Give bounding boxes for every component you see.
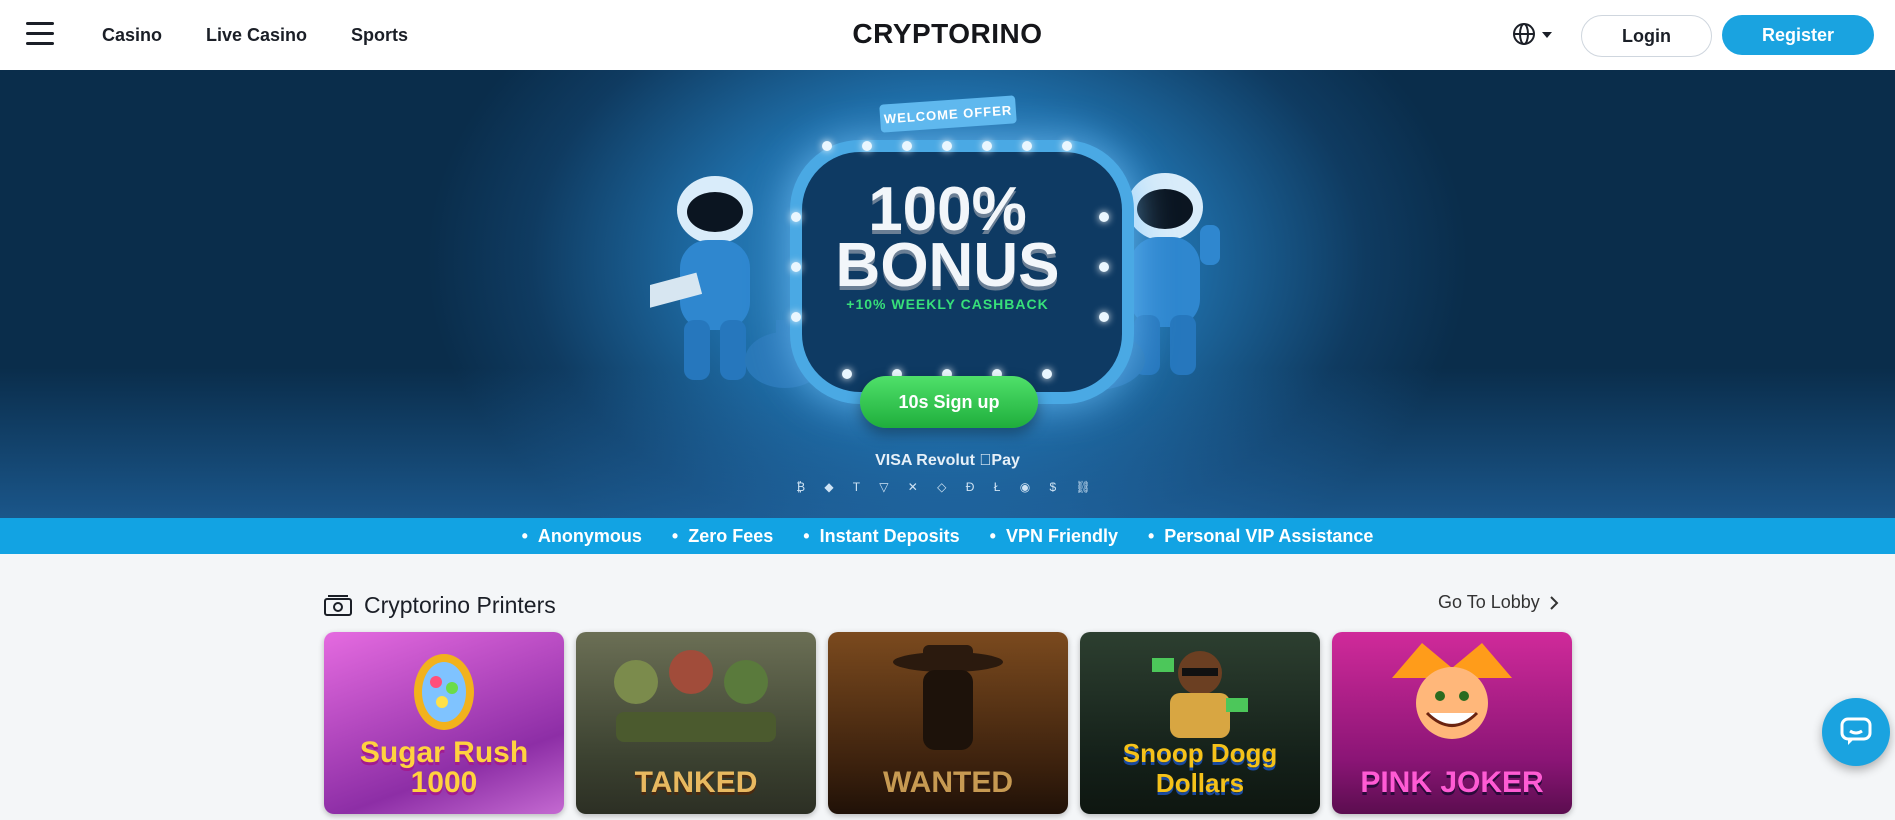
joker-illustration (1392, 643, 1512, 739)
candy-egg-illustration (414, 654, 474, 730)
feature-instant-deposits: Instant Deposits (803, 526, 960, 547)
game-card-wanted[interactable]: WANTED (828, 632, 1068, 814)
game-card-sugar-rush[interactable]: Sugar Rush 1000 (324, 632, 564, 814)
language-selector[interactable] (1512, 22, 1552, 46)
feature-vip-assistance: Personal VIP Assistance (1148, 526, 1373, 547)
rapper-illustration (1152, 651, 1248, 738)
game-title: Sugar Rush 1000 (359, 736, 529, 799)
globe-icon (1513, 23, 1535, 45)
lobby-label: Go To Lobby (1438, 592, 1540, 612)
register-button[interactable]: Register (1722, 15, 1874, 55)
caret-down-icon (1542, 32, 1552, 38)
game-card-tanked[interactable]: TANKED (576, 632, 816, 814)
cashback-text: +10% WEEKLY CASHBACK (846, 296, 1049, 312)
game-title: WANTED (883, 766, 1013, 799)
signup-button[interactable]: 10s Sign up (860, 376, 1038, 428)
chat-bubble-icon (1840, 717, 1872, 745)
welcome-banner[interactable]: WELCOME OFFER 100% BONUS +10% WEEKLY CAS… (0, 70, 1895, 518)
game-card-pink-joker[interactable]: PINK JOKER (1332, 632, 1572, 814)
games-row: Sugar Rush 1000 TANKED WANTED Snoop Dogg… (324, 632, 1572, 814)
feature-zero-fees: Zero Fees (672, 526, 773, 547)
game-title: Snoop Dogg Dollars (1122, 738, 1278, 798)
feature-vpn-friendly: VPN Friendly (990, 526, 1118, 547)
top-header: Casino Live Casino Sports CRYPTORINO Log… (0, 0, 1895, 70)
game-card-snoop-dogg-dollars[interactable]: Snoop Dogg Dollars (1080, 632, 1320, 814)
payment-methods: VISA Revolut Pay (875, 452, 1020, 469)
welcome-offer-badge: WELCOME OFFER (879, 95, 1017, 133)
game-title: TANKED (634, 766, 758, 799)
section-title: Cryptorino Printers (364, 592, 556, 618)
live-chat-button[interactable] (1822, 698, 1890, 766)
bonus-percent: 100% (868, 175, 1027, 244)
chevron-right-icon (1550, 595, 1559, 610)
crypto-icons: ₿ ◆ T ▽ ✕ ◇ Đ Ł ◉ $ ⛓ (796, 480, 1099, 494)
login-button[interactable]: Login (1581, 15, 1712, 57)
go-to-lobby-link[interactable]: Go To Lobby (1438, 592, 1560, 613)
bonus-headline: 100% BONUS (0, 175, 1895, 300)
section-header: Cryptorino Printers (324, 592, 556, 619)
features-strip: Anonymous Zero Fees Instant Deposits VPN… (0, 518, 1895, 554)
game-title: PINK JOKER (1360, 766, 1544, 799)
cowboy-illustration (893, 645, 1003, 750)
bonus-word: BONUS (835, 231, 1060, 300)
tank-crew-illustration (614, 650, 776, 742)
cash-icon (324, 594, 352, 616)
feature-anonymous: Anonymous (522, 526, 642, 547)
